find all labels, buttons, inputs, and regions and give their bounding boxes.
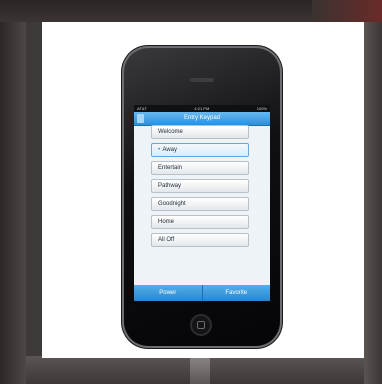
list-item-label: Goodnight: [158, 201, 186, 207]
list-item-label: All Off: [158, 237, 175, 243]
phone-screen: AT&T 4:21 PM 100% Entry Keypad Welcome •…: [134, 105, 270, 301]
list-item-label: Welcome: [158, 129, 183, 135]
tab-power[interactable]: Power: [134, 285, 202, 301]
background-red-corner: [312, 0, 382, 22]
floor-reflection: [190, 356, 210, 384]
carrier-label: AT&T: [137, 106, 147, 111]
selected-marker-icon: •: [158, 147, 161, 153]
list-item-label: Pathway: [158, 183, 182, 189]
speaker-icon: [190, 78, 214, 82]
home-button[interactable]: [190, 314, 212, 336]
home-square-icon: [197, 321, 205, 329]
keypad-list: Welcome • Away Entertain Pathway Goodnig…: [134, 125, 270, 285]
list-item[interactable]: All Off: [151, 233, 249, 247]
background-right: [364, 22, 382, 384]
list-item[interactable]: Pathway: [151, 179, 249, 193]
status-bar: AT&T 4:21 PM 100%: [134, 105, 270, 112]
phone: AT&T 4:21 PM 100% Entry Keypad Welcome •…: [124, 48, 280, 346]
nav-bar: Entry Keypad: [134, 112, 270, 126]
camera-icon: [182, 78, 186, 82]
list-item-label: Entertain: [158, 165, 183, 171]
list-item-selected[interactable]: • Away: [151, 143, 249, 157]
battery-label: 100%: [256, 106, 267, 111]
nav-title: Entry Keypad: [183, 115, 221, 121]
list-item[interactable]: Welcome: [151, 125, 249, 139]
list-item-label: Away: [162, 147, 178, 153]
tab-bar: Power Favorite: [134, 285, 270, 301]
tab-favorite[interactable]: Favorite: [201, 285, 271, 301]
list-item[interactable]: Goodnight: [151, 197, 249, 211]
list-item-label: Home: [158, 219, 175, 225]
list-item[interactable]: Entertain: [151, 161, 249, 175]
status-time: 4:21 PM: [194, 106, 210, 111]
list-item[interactable]: Home: [151, 215, 249, 229]
background-left: [0, 22, 26, 384]
